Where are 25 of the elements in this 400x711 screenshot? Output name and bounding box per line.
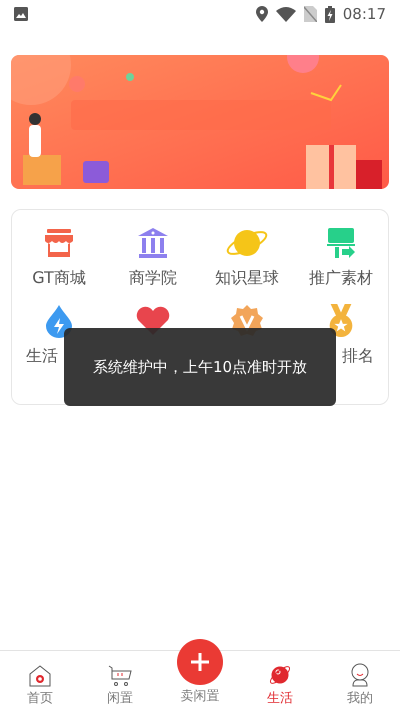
nav-tab[interactable]: 生活 bbox=[240, 663, 320, 707]
bank-icon[interactable] bbox=[137, 226, 169, 260]
nav-tab[interactable]: 闲置 bbox=[80, 665, 160, 707]
service-label[interactable]: 排名 bbox=[342, 346, 374, 366]
no-sim-icon bbox=[304, 6, 317, 22]
service-label[interactable]: 推广素材 bbox=[309, 268, 373, 288]
nav-tab[interactable]: 首页 bbox=[0, 665, 80, 707]
person-icon bbox=[349, 663, 371, 687]
shop-icon[interactable] bbox=[43, 226, 75, 260]
nav-tab[interactable]: 我的 bbox=[320, 663, 400, 707]
cart-icon bbox=[108, 665, 132, 687]
battery-charging-icon bbox=[324, 6, 335, 22]
add-icon bbox=[177, 639, 223, 685]
toast-message: 系统维护中，上午10点准时开放 bbox=[64, 328, 336, 406]
service-label[interactable]: 知识星球 bbox=[215, 268, 279, 288]
wifi-icon bbox=[276, 6, 296, 22]
nav-tab[interactable]: 卖闲置 bbox=[160, 639, 240, 707]
clock-time: 08:17 bbox=[342, 5, 386, 23]
service-label[interactable]: GT商城 bbox=[32, 268, 86, 288]
service-label[interactable]: 商学院 bbox=[129, 268, 177, 288]
location-icon bbox=[256, 6, 268, 22]
service-label[interactable]: 生活 bbox=[26, 346, 58, 366]
home-icon bbox=[29, 665, 51, 687]
image-icon bbox=[14, 7, 28, 21]
planet-icon bbox=[268, 663, 292, 687]
